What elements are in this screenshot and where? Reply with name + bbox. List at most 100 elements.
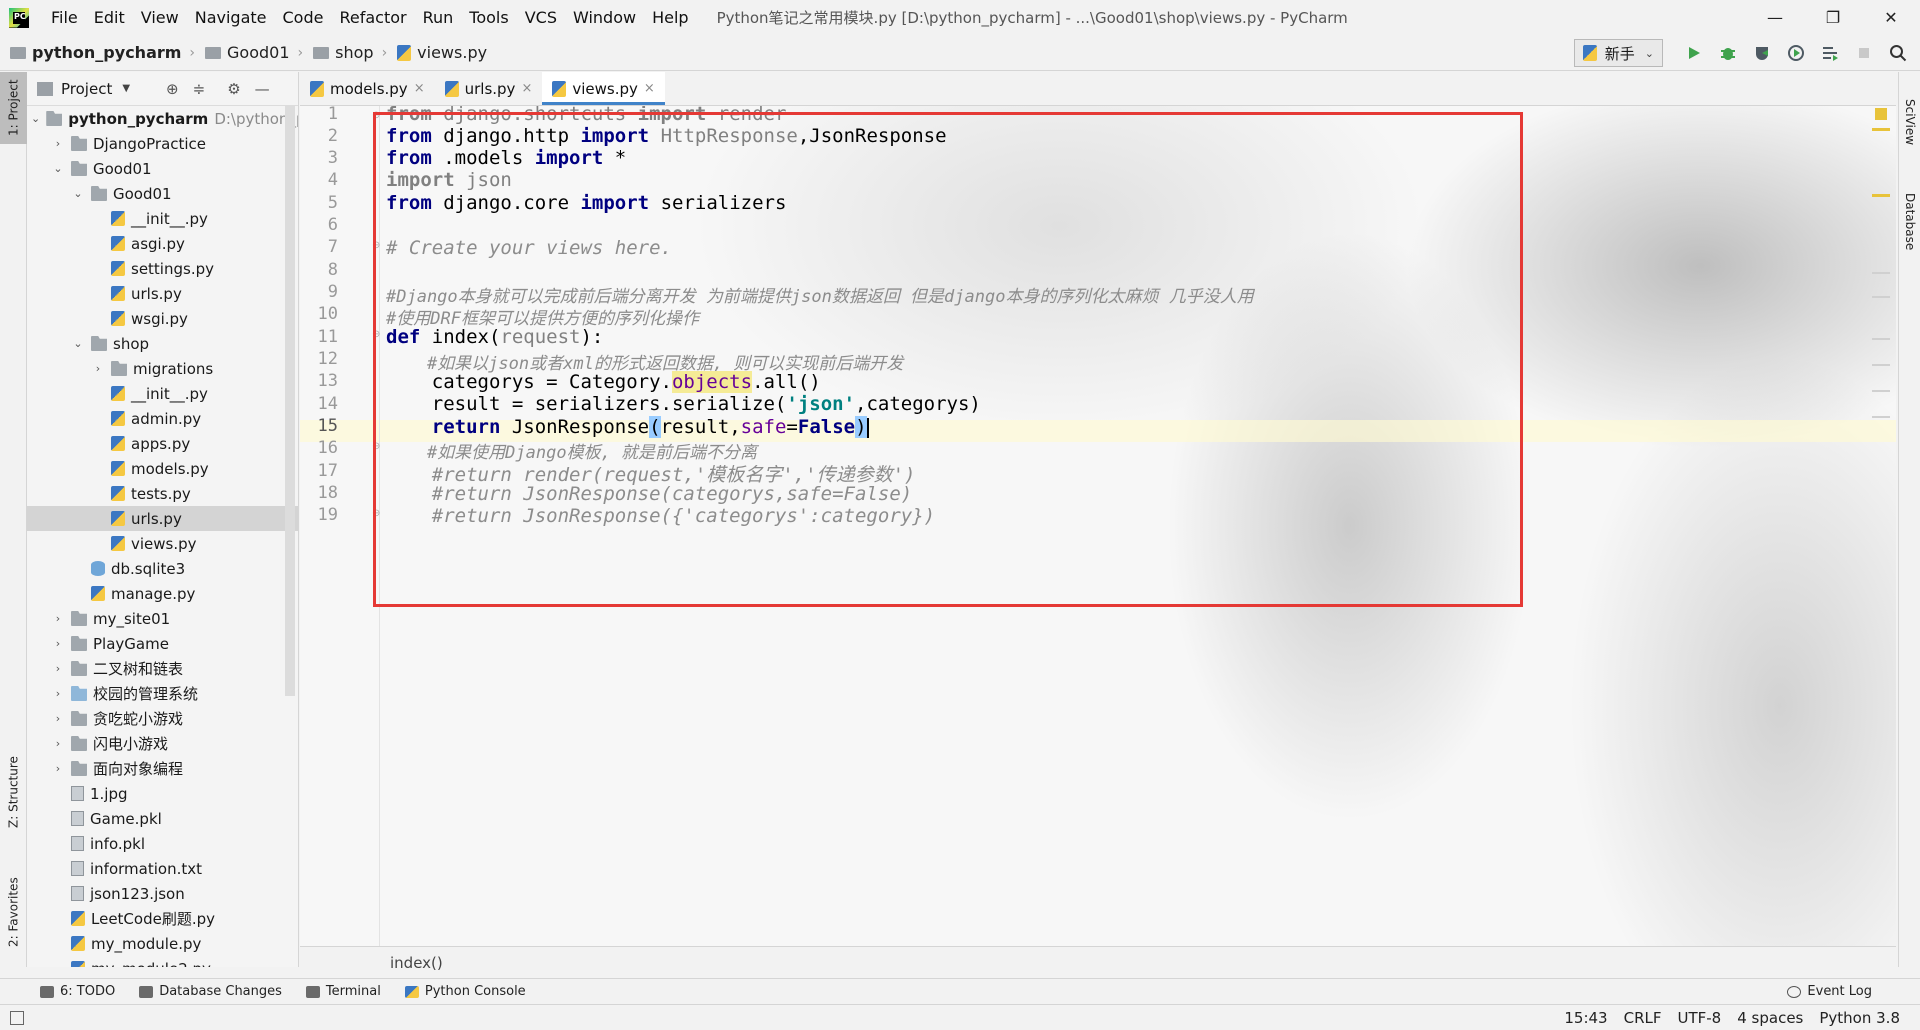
gear-icon[interactable]: ⚙	[227, 80, 240, 98]
project-tool-tab[interactable]: 1: Project	[0, 72, 27, 144]
tree-item[interactable]: urls.py	[27, 281, 298, 306]
crumb-views[interactable]: views.py	[397, 43, 487, 62]
chevron-down-icon[interactable]: ▼	[122, 83, 130, 94]
chevron-down-icon[interactable]: ⌄	[71, 337, 85, 350]
tree-item[interactable]: › 面向对象编程	[27, 756, 298, 781]
chevron-right-icon[interactable]: ›	[51, 662, 65, 675]
close-icon[interactable]: ×	[644, 81, 655, 96]
event-log-tool-button[interactable]: Event Log	[1787, 984, 1872, 999]
tree-item[interactable]: manage.py	[27, 581, 298, 606]
chevron-right-icon[interactable]: ›	[51, 712, 65, 725]
tab-views[interactable]: views.py ×	[542, 72, 666, 105]
structure-tool-tab[interactable]: Z: Structure	[0, 742, 27, 842]
menu-view[interactable]: View	[133, 8, 187, 27]
tree-scrollbar[interactable]	[285, 106, 295, 696]
stop-icon[interactable]	[1854, 43, 1874, 63]
run-configuration-select[interactable]: 新手 ⌄	[1573, 39, 1663, 67]
file-encoding[interactable]: UTF-8	[1678, 1009, 1722, 1027]
tree-item[interactable]: ⌄ Good01	[27, 181, 298, 206]
collapse-all-icon[interactable]: ≑	[193, 80, 206, 98]
chevron-right-icon[interactable]: ›	[91, 362, 105, 375]
warning-icon[interactable]	[1875, 108, 1887, 120]
tree-item[interactable]: asgi.py	[27, 231, 298, 256]
tree-item[interactable]: › 闪电小游戏	[27, 731, 298, 756]
tree-item[interactable]: › 贪吃蛇小游戏	[27, 706, 298, 731]
todo-tool-button[interactable]: 6: TODO	[40, 984, 115, 999]
tree-item[interactable]: __init__.py	[27, 206, 298, 231]
menu-tools[interactable]: Tools	[461, 8, 516, 27]
tree-item[interactable]: › 校园的管理系统	[27, 681, 298, 706]
tree-item[interactable]: wsgi.py	[27, 306, 298, 331]
tree-item[interactable]: information.txt	[27, 856, 298, 881]
menu-run[interactable]: Run	[415, 8, 462, 27]
close-icon[interactable]: ×	[521, 81, 532, 96]
tree-item[interactable]: json123.json	[27, 881, 298, 906]
tool-windows-toggle-icon[interactable]	[10, 1010, 24, 1025]
database-changes-tool-button[interactable]: Database Changes	[139, 984, 282, 999]
breadcrumb-function[interactable]: index()	[390, 954, 443, 972]
tree-item[interactable]: info.pkl	[27, 831, 298, 856]
chevron-down-icon[interactable]: ⌄	[51, 162, 65, 175]
menu-file[interactable]: File	[43, 8, 86, 27]
menu-code[interactable]: Code	[275, 8, 332, 27]
tree-item[interactable]: my_module.py	[27, 931, 298, 956]
tree-item[interactable]: models.py	[27, 456, 298, 481]
menu-edit[interactable]: Edit	[86, 8, 133, 27]
chevron-right-icon[interactable]: ›	[51, 612, 65, 625]
tree-item[interactable]: urls.py	[27, 506, 298, 531]
run-icon[interactable]	[1684, 43, 1704, 63]
menu-refactor[interactable]: Refactor	[331, 8, 414, 27]
tree-item[interactable]: views.py	[27, 531, 298, 556]
restore-button[interactable]: ❐	[1804, 0, 1862, 35]
fold-icon[interactable]: ⊖	[372, 508, 380, 519]
chevron-right-icon[interactable]: ›	[51, 137, 65, 150]
tree-item[interactable]: › DjangoPractice	[27, 131, 298, 156]
hide-icon[interactable]: —	[255, 80, 270, 98]
crumb-shop[interactable]: shop	[313, 43, 374, 62]
fold-icon[interactable]: ⊖	[372, 441, 380, 452]
tree-item[interactable]: apps.py	[27, 431, 298, 456]
tree-item[interactable]: 1.jpg	[27, 781, 298, 806]
profile-icon[interactable]	[1786, 43, 1806, 63]
fold-icon[interactable]: ⊖	[372, 240, 380, 251]
menu-window[interactable]: Window	[565, 8, 644, 27]
tree-item[interactable]: tests.py	[27, 481, 298, 506]
close-icon[interactable]: ×	[414, 81, 425, 96]
crumb-project[interactable]: python_pycharm	[10, 43, 181, 62]
menu-vcs[interactable]: VCS	[517, 8, 565, 27]
chevron-right-icon[interactable]: ›	[51, 762, 65, 775]
code-editor[interactable]: 1 2 3 4 5 6 7 8 9 10 11 12 13 14 15 16 17 18 19 ⊖ ⊖ ⊖ ⊖ ⊖ from …	[300, 106, 1896, 946]
project-view-selector[interactable]: Project	[61, 80, 112, 98]
tree-item[interactable]: › 二叉树和链表	[27, 656, 298, 681]
tree-item[interactable]: ⌄ shop	[27, 331, 298, 356]
menu-help[interactable]: Help	[644, 8, 696, 27]
chevron-down-icon[interactable]: ⌄	[71, 187, 85, 200]
sciview-tool-tab[interactable]: SciView	[1899, 82, 1920, 162]
tab-models[interactable]: models.py ×	[300, 72, 435, 105]
chevron-down-icon[interactable]: ⌄	[31, 112, 40, 125]
crumb-good01[interactable]: Good01	[205, 43, 290, 62]
chevron-right-icon[interactable]: ›	[51, 737, 65, 750]
tree-item[interactable]: Game.pkl	[27, 806, 298, 831]
concurrency-icon[interactable]	[1820, 43, 1840, 63]
fold-icon[interactable]: ⊖	[372, 329, 380, 340]
tree-root[interactable]: ⌄ python_pycharm D:\python_p	[27, 106, 298, 131]
warning-marker[interactable]	[1872, 128, 1890, 131]
tree-item[interactable]: db.sqlite3	[27, 556, 298, 581]
terminal-tool-button[interactable]: Terminal	[305, 984, 381, 999]
tree-item[interactable]: admin.py	[27, 406, 298, 431]
menu-navigate[interactable]: Navigate	[187, 8, 275, 27]
tree-item[interactable]: __init__.py	[27, 381, 298, 406]
chevron-right-icon[interactable]: ›	[51, 687, 65, 700]
tree-item[interactable]: my_module2.py	[27, 956, 298, 967]
tree-item[interactable]: LeetCode刷题.py	[27, 906, 298, 931]
debug-icon[interactable]	[1718, 43, 1738, 63]
fold-icon[interactable]: ⊖	[372, 110, 380, 121]
tab-urls[interactable]: urls.py ×	[435, 72, 543, 105]
coverage-icon[interactable]	[1752, 43, 1772, 63]
favorites-tool-tab[interactable]: 2: Favorites	[0, 862, 27, 962]
locate-icon[interactable]: ⊕	[166, 80, 179, 98]
line-separator[interactable]: CRLF	[1624, 1009, 1662, 1027]
chevron-right-icon[interactable]: ›	[51, 637, 65, 650]
database-tool-tab[interactable]: Database	[1899, 172, 1920, 272]
